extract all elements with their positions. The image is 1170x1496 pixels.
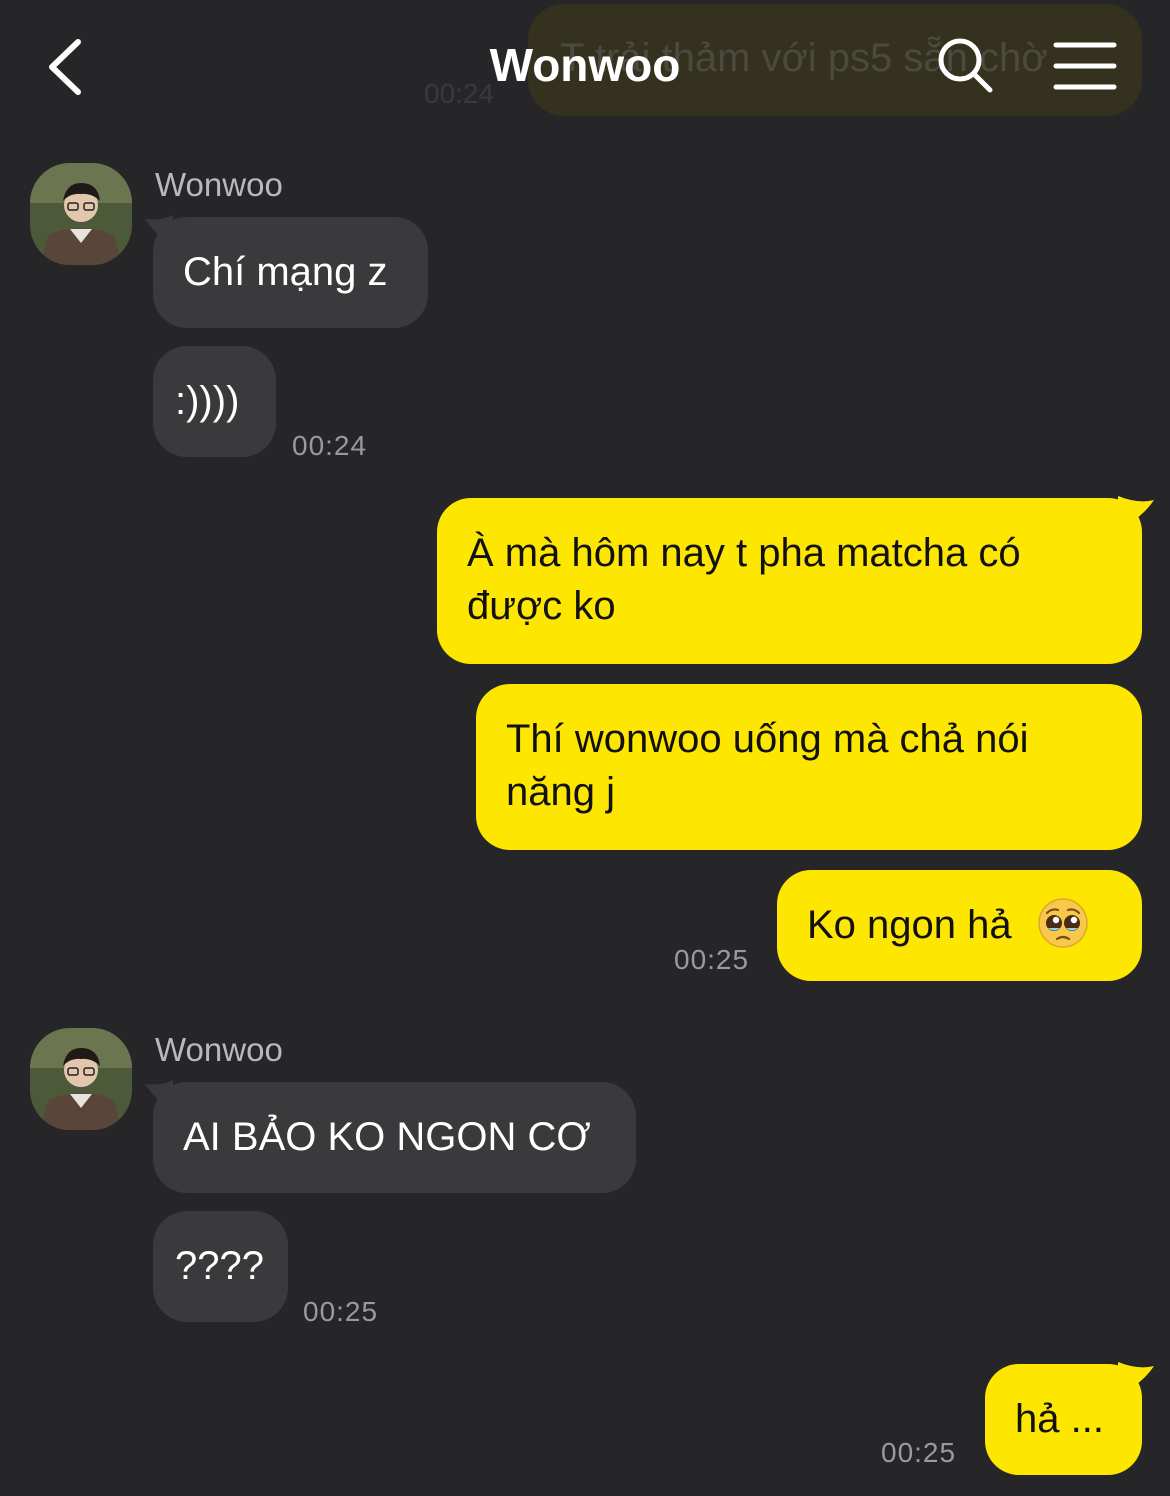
message-text-line: À mà hôm nay t pha matcha có	[467, 531, 1021, 575]
sender-name: Wonwoo	[155, 1031, 283, 1068]
message-time: 00:25	[674, 944, 750, 975]
avatar[interactable]	[30, 163, 132, 265]
profile-photo	[30, 163, 132, 265]
pleading-face-emoji	[1038, 898, 1088, 949]
message-bubble[interactable]: hả ...	[985, 1364, 1142, 1475]
profile-photo	[30, 1028, 132, 1130]
message-text: ????	[175, 1244, 264, 1288]
message-text: AI BẢO KO NGON CƠ	[183, 1115, 591, 1159]
hamburger-menu-icon	[1053, 42, 1117, 90]
message-time: 00:25	[303, 1296, 379, 1327]
message-time: 00:25	[881, 1437, 957, 1468]
message-bubble[interactable]: ????	[153, 1211, 288, 1322]
message-text-line: năng j	[506, 770, 615, 814]
message-time: 00:24	[292, 430, 368, 461]
search-button[interactable]	[936, 36, 996, 96]
message-bubble[interactable]: Chí mạng z	[153, 217, 428, 328]
message-bubble[interactable]: :))))	[153, 346, 276, 457]
message-text-line: Thí wonwoo uống mà chả nói	[506, 717, 1029, 761]
message-text: :))))	[175, 379, 240, 423]
avatar[interactable]	[30, 1028, 132, 1130]
message-bubble[interactable]: Ko ngon hả	[777, 870, 1142, 981]
message-text: Chí mạng z	[183, 250, 388, 294]
message-bubble[interactable]: Thí wonwoo uống mà chả nói năng j	[476, 684, 1142, 850]
search-icon	[938, 38, 993, 93]
message-bubble[interactable]: AI BẢO KO NGON CƠ	[153, 1082, 636, 1193]
message-text-line: được ko	[467, 584, 616, 628]
menu-button[interactable]	[1052, 40, 1118, 92]
message-text: Ko ngon hả	[807, 903, 1012, 947]
chat-header: T trải thảm với ps5 sẵn chờ 00:24 Wonwoo	[0, 0, 1170, 130]
sender-name: Wonwoo	[155, 166, 283, 203]
message-text: hả ...	[1015, 1397, 1104, 1441]
message-bubble[interactable]: À mà hôm nay t pha matcha có được ko	[437, 498, 1142, 664]
